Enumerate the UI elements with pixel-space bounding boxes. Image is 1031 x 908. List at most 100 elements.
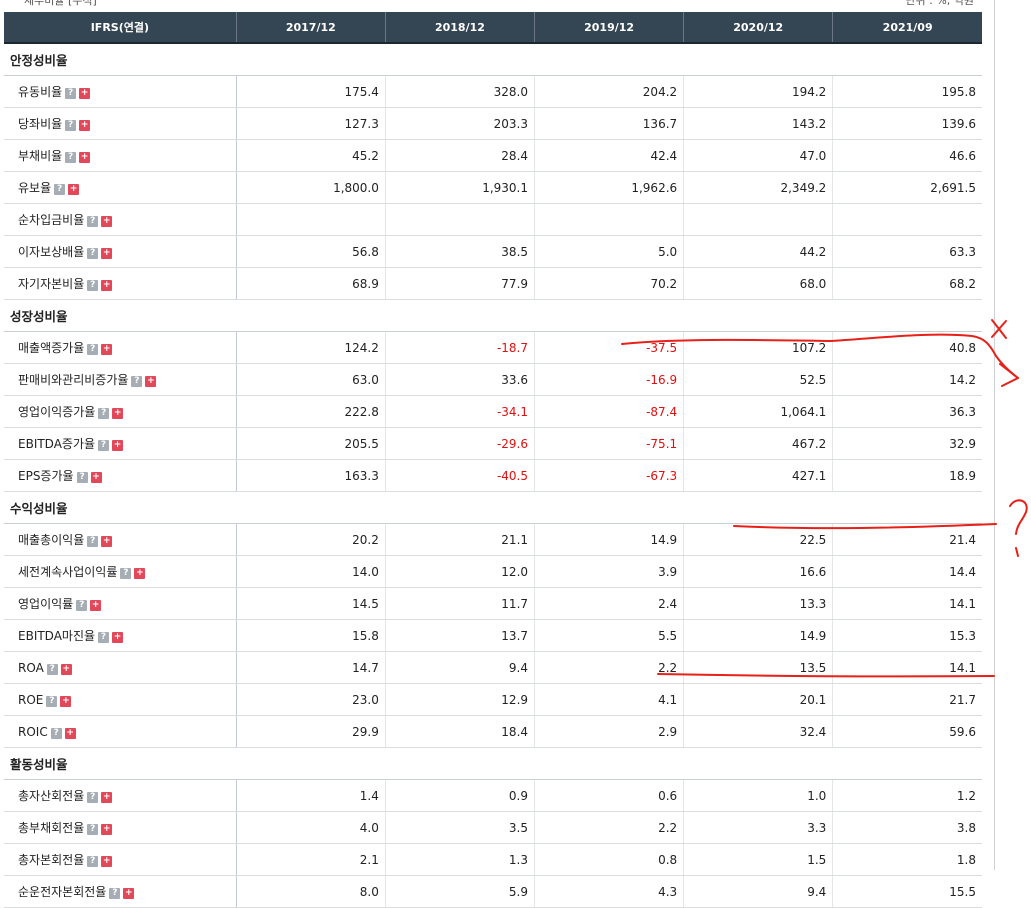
table-row: EBITDA마진율? +15.8 13.7 5.5 14.9 15.3 (4, 619, 982, 652)
plus-icon[interactable]: + (112, 440, 124, 451)
question-icon[interactable]: ? (109, 888, 121, 899)
value-cell: 21.4 (832, 523, 982, 556)
section-row: 안정성비율 (4, 43, 982, 76)
value-cell: 4.0 (236, 811, 386, 844)
question-icon[interactable]: ? (87, 536, 99, 547)
plus-icon[interactable]: + (101, 280, 113, 291)
table-row: EBITDA증가율? +205.5 -29.6 -75.1 467.2 32.9 (4, 427, 982, 460)
plus-icon[interactable]: + (101, 248, 113, 259)
value-cell: 107.2 (683, 331, 834, 364)
row-label-cell: ROA? + (4, 651, 237, 684)
value-cell: 5.9 (385, 875, 536, 908)
value-cell: 2,691.5 (832, 171, 982, 204)
plus-icon[interactable]: + (123, 888, 135, 899)
value-cell: 195.8 (832, 75, 982, 108)
question-icon[interactable]: ? (54, 184, 66, 195)
row-label-cell: 순운전자본회전율? + (4, 875, 237, 908)
value-cell: 4.3 (534, 875, 685, 908)
plus-icon[interactable]: + (90, 600, 102, 611)
question-icon[interactable]: ? (120, 568, 132, 579)
table-row: 세전계속사업이익률? +14.0 12.0 3.9 16.6 14.4 (4, 555, 982, 588)
value-cell: 427.1 (683, 459, 834, 492)
value-cell: -87.4 (534, 395, 685, 428)
question-icon[interactable]: ? (65, 152, 77, 163)
question-icon[interactable]: ? (87, 792, 99, 803)
row-label: 영업이익증가율 (18, 405, 96, 419)
row-label-cell: 순차입금비율? + (4, 203, 237, 236)
question-icon[interactable]: ? (87, 856, 99, 867)
value-cell: 2.9 (534, 715, 685, 748)
plus-icon[interactable]: + (79, 88, 91, 99)
table-row: 부채비율? +45.2 28.4 42.4 47.0 46.6 (4, 139, 982, 172)
value-cell: 1.4 (236, 779, 386, 812)
value-cell: 14.5 (236, 587, 386, 620)
question-icon[interactable]: ? (87, 344, 99, 355)
plus-icon[interactable]: + (90, 472, 102, 483)
plus-icon[interactable]: + (101, 792, 113, 803)
plus-icon[interactable]: + (112, 408, 124, 419)
value-cell: 52.5 (683, 363, 834, 396)
row-label-cell: 자기자본비율? + (4, 267, 237, 300)
value-cell: 45.2 (236, 139, 386, 172)
plus-icon[interactable]: + (79, 120, 91, 131)
plus-icon[interactable]: + (134, 568, 146, 579)
value-cell: 139.6 (832, 107, 982, 140)
value-cell: 68.9 (236, 267, 386, 300)
plus-icon[interactable]: + (145, 376, 157, 387)
value-cell: -18.7 (385, 331, 536, 364)
question-icon[interactable]: ? (87, 824, 99, 835)
plus-icon[interactable]: + (60, 663, 72, 675)
row-label: EBITDA마진율 (18, 629, 96, 643)
table-row: 이자보상배율? +56.8 38.5 5.0 44.2 63.3 (4, 235, 982, 268)
value-cell: 15.5 (832, 875, 982, 908)
value-cell: 5.5 (534, 619, 685, 652)
plus-icon[interactable]: + (101, 536, 113, 547)
question-icon[interactable]: ? (65, 120, 77, 131)
table-row: 매출총이익율? +20.2 21.1 14.9 22.5 21.4 (4, 523, 982, 556)
value-cell: -75.1 (534, 427, 685, 460)
plus-icon[interactable]: + (64, 727, 76, 739)
question-icon[interactable]: ? (131, 376, 143, 387)
value-cell: 14.2 (832, 363, 982, 396)
plus-icon[interactable]: + (112, 632, 124, 643)
row-label: ROE (18, 692, 44, 707)
value-cell: 16.6 (683, 555, 834, 588)
question-icon[interactable]: ? (50, 727, 62, 739)
plus-icon[interactable]: + (101, 824, 113, 835)
question-icon[interactable]: ? (46, 663, 58, 675)
value-cell: 0.6 (534, 779, 685, 812)
question-icon[interactable]: ? (87, 280, 99, 291)
value-cell (236, 203, 386, 236)
header-period: 2021/09 (832, 12, 982, 43)
question-icon[interactable]: ? (87, 216, 99, 227)
row-label-cell: 영업이익증가율? + (4, 395, 237, 428)
plus-icon[interactable]: + (101, 344, 113, 355)
question-icon[interactable]: ? (46, 695, 58, 707)
row-label: 순차입금비율 (18, 213, 85, 227)
plus-icon[interactable]: + (101, 216, 113, 227)
value-cell: 32.4 (683, 715, 834, 748)
section-title: 안정성비율 (4, 43, 982, 76)
question-icon[interactable]: ? (65, 88, 77, 99)
question-icon[interactable]: ? (87, 248, 99, 259)
plus-icon[interactable]: + (79, 152, 91, 163)
value-cell: 203.3 (385, 107, 536, 140)
question-icon[interactable]: ? (98, 632, 110, 643)
row-label: 이자보상배율 (18, 245, 85, 259)
row-label-cell: EBITDA증가율? + (4, 427, 237, 460)
question-icon[interactable]: ? (98, 408, 110, 419)
value-cell: 14.4 (832, 555, 982, 588)
plus-icon[interactable]: + (101, 856, 113, 867)
value-cell: 21.7 (832, 683, 982, 716)
row-label: 순운전자본회전율 (18, 885, 107, 899)
value-cell: 36.3 (832, 395, 982, 428)
plus-icon[interactable]: + (68, 184, 80, 195)
question-icon[interactable]: ? (98, 440, 110, 451)
value-cell: 2,349.2 (683, 171, 834, 204)
question-icon[interactable]: ? (76, 472, 88, 483)
question-icon[interactable]: ? (76, 600, 88, 611)
value-cell: 222.8 (236, 395, 386, 428)
value-cell: 20.1 (683, 683, 834, 716)
plus-icon[interactable]: + (60, 695, 72, 707)
value-cell (534, 203, 685, 236)
